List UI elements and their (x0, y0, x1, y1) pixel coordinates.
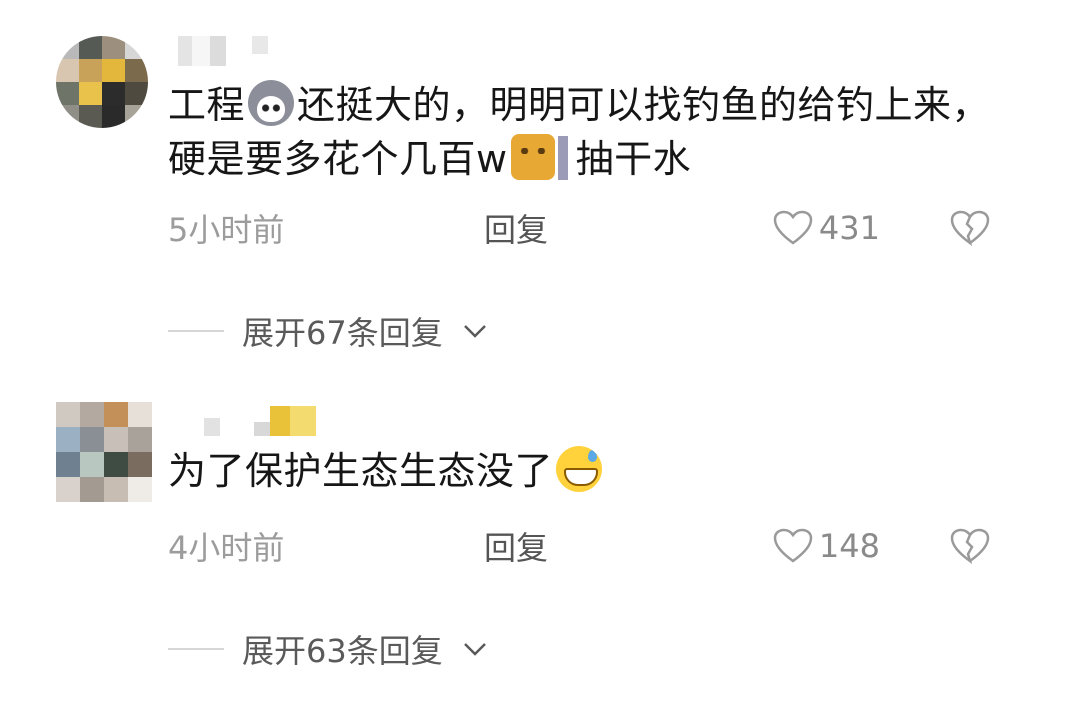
expand-replies-button[interactable]: 展开67条回复 (168, 308, 489, 354)
expand-replies-button[interactable]: 展开63条回复 (168, 626, 489, 672)
timestamp: 4小时前 (168, 529, 285, 567)
chevron-down-icon (463, 325, 486, 338)
comment-text-part: 抽干水 (575, 137, 692, 181)
husky-emoji-icon (248, 80, 295, 126)
comment-item: 工程 还挺大的，明明可以找钓鱼的给钓上来，硬是要多花个几百w 抽干水 5小时前 回复… (0, 0, 1080, 380)
comment-item: 为了保护生态生态没了 4小时前 回复 148 展开63条回复 (0, 380, 1080, 713)
username-blurred[interactable] (178, 406, 316, 436)
avatar[interactable] (56, 36, 148, 128)
like-count: 431 (818, 209, 880, 247)
timestamp: 5小时前 (168, 211, 285, 249)
heart-icon (773, 528, 813, 563)
chevron-down-icon (463, 643, 486, 656)
broken-heart-icon[interactable] (950, 210, 990, 246)
reply-button[interactable]: 回复 (484, 205, 548, 251)
reply-button[interactable]: 回复 (484, 523, 548, 569)
blur-mark (557, 136, 568, 180)
comment-meta: 5小时前 回复 431 (168, 205, 1040, 251)
like-count: 148 (818, 527, 880, 565)
avatar[interactable] (56, 402, 152, 502)
comment-text-part: 为了保护生态生态没了 (168, 449, 554, 493)
expand-replies-label: 展开63条回复 (242, 632, 443, 670)
comment-text: 工程 还挺大的，明明可以找钓鱼的给钓上来，硬是要多花个几百w 抽干水 (168, 78, 1000, 186)
heart-icon (773, 210, 813, 245)
like-button[interactable]: 431 (773, 209, 880, 247)
comment-text: 为了保护生态生态没了 (168, 444, 1000, 498)
cat-emoji-icon (510, 134, 555, 180)
broken-heart-icon[interactable] (950, 528, 990, 564)
like-button[interactable]: 148 (773, 527, 880, 565)
username-blurred[interactable] (178, 36, 268, 66)
divider (168, 330, 224, 332)
expand-replies-label: 展开67条回复 (242, 314, 443, 352)
comment-meta: 4小时前 回复 148 (168, 523, 1040, 569)
comment-text-part: 工程 (168, 83, 246, 127)
grinning-sweat-emoji-icon (556, 446, 603, 492)
divider (168, 648, 224, 650)
